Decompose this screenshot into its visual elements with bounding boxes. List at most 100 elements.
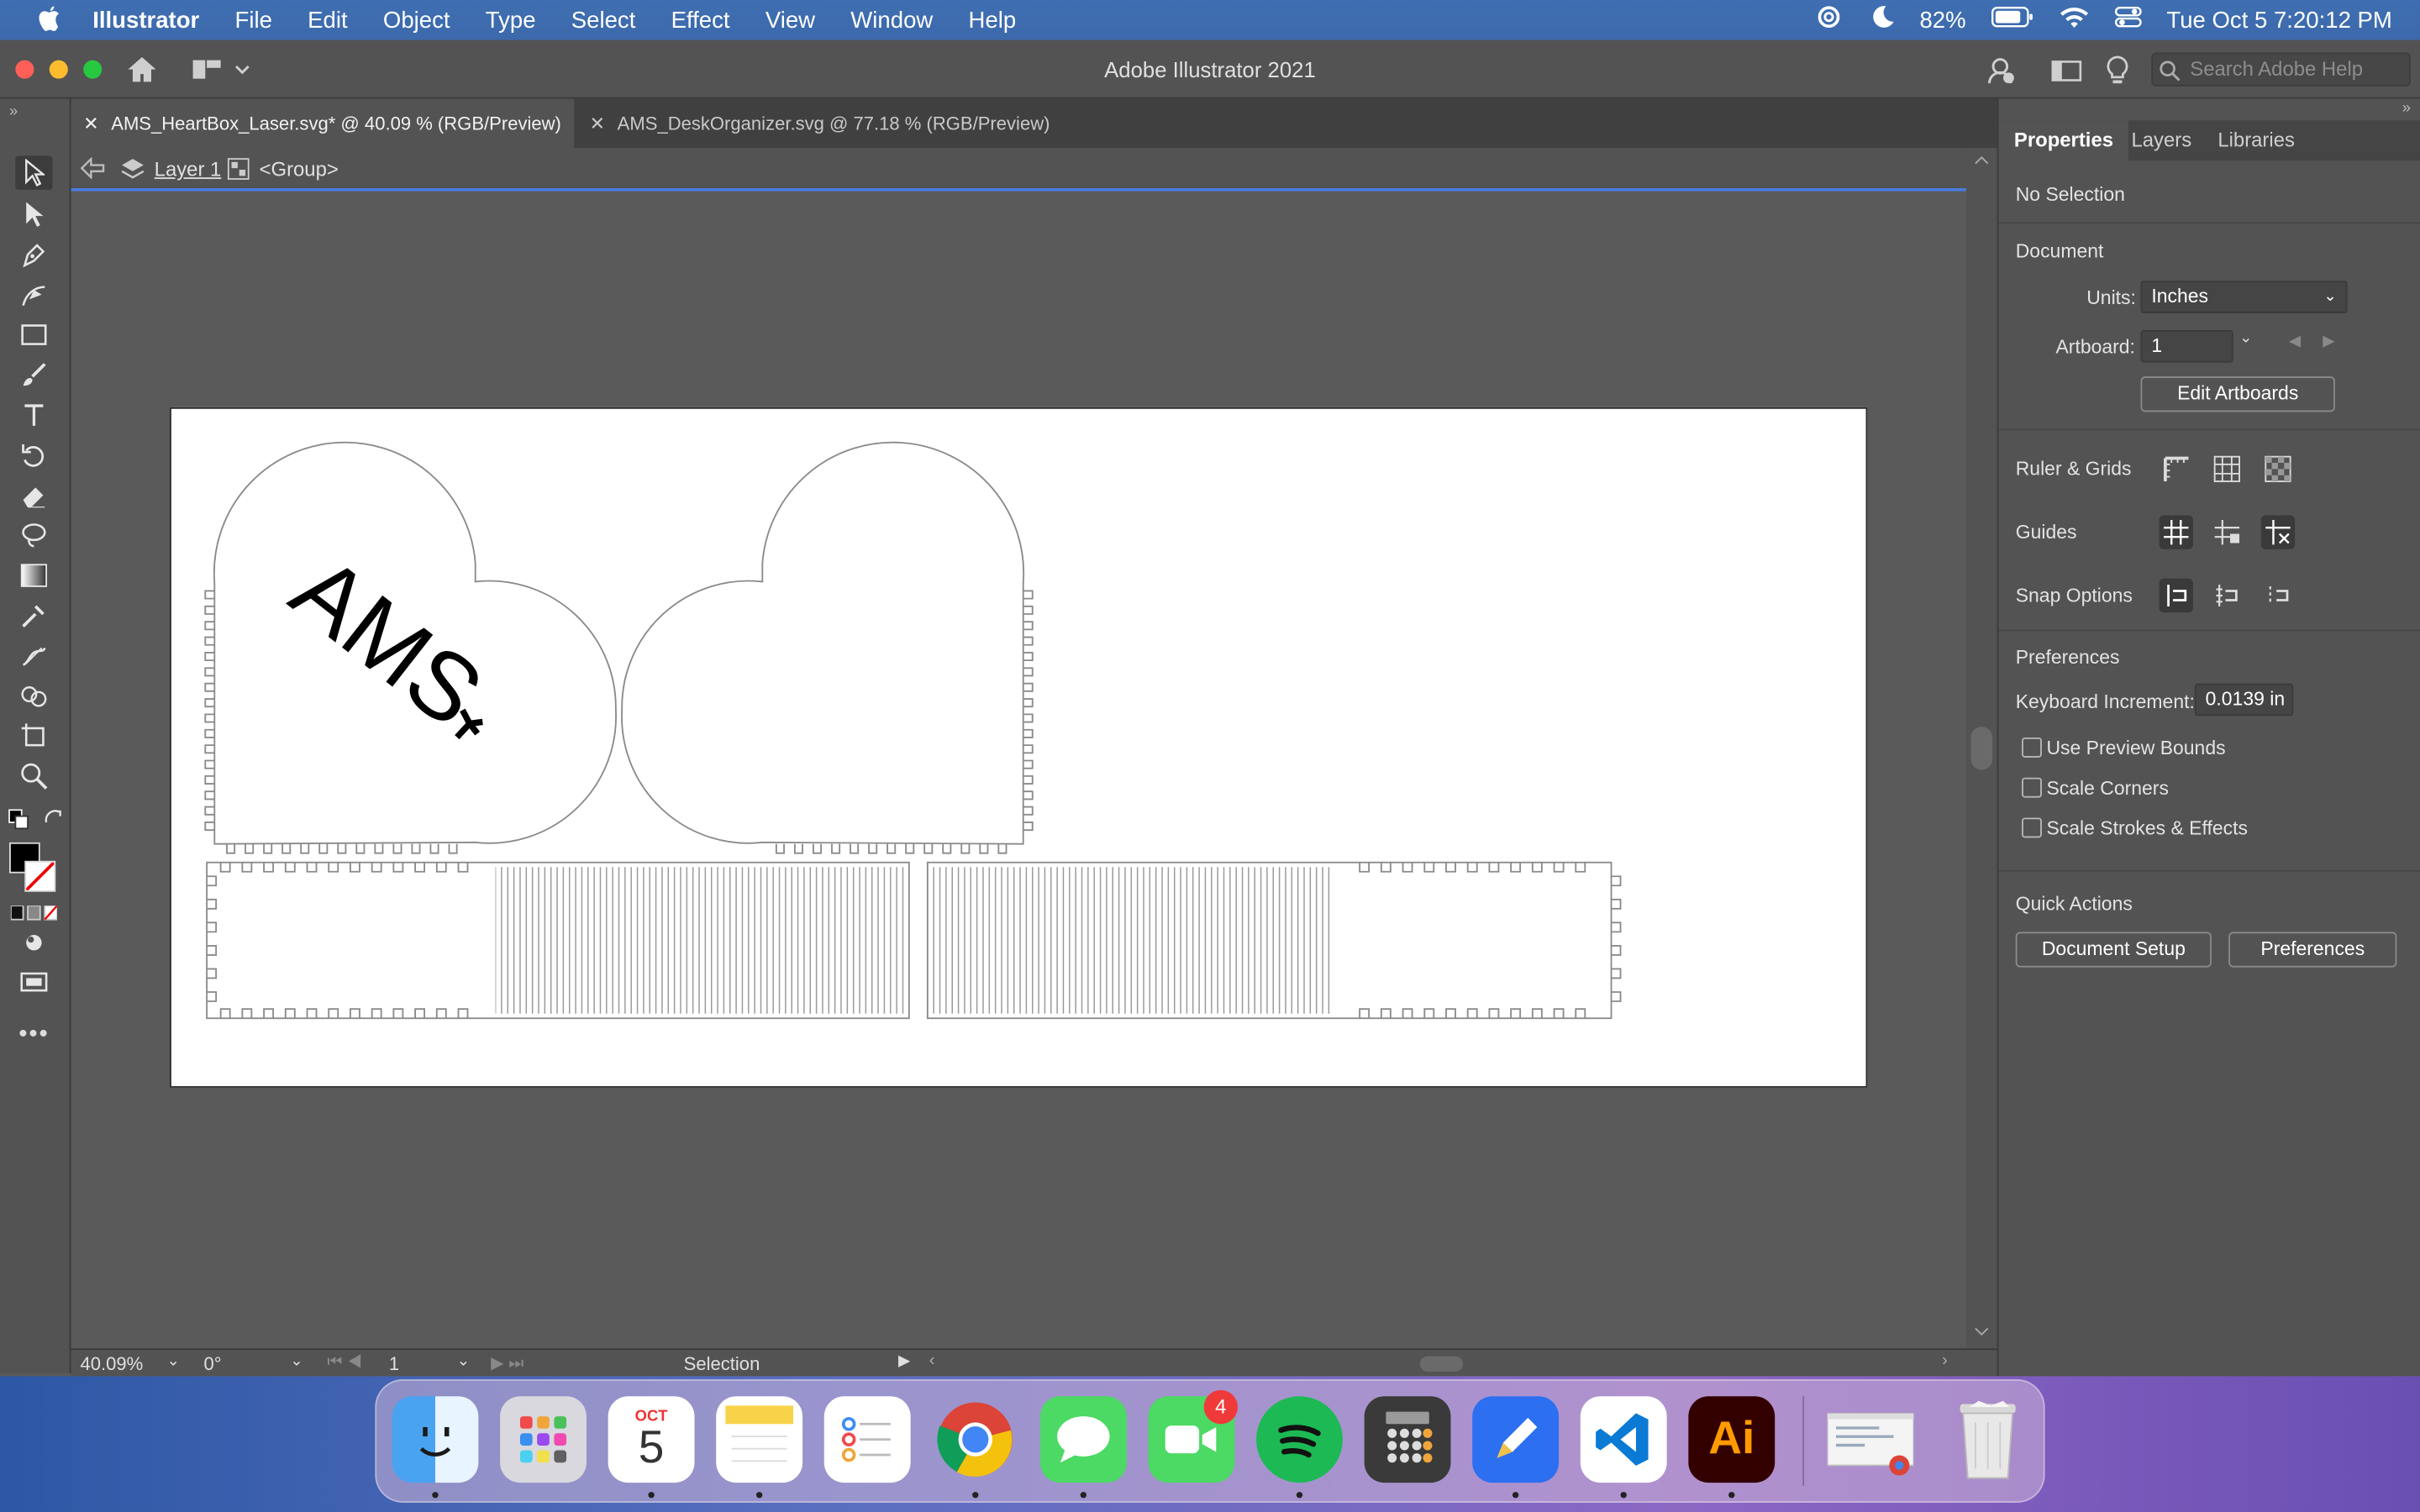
tab-layers[interactable]: Layers xyxy=(2116,120,2207,160)
menubar-clock[interactable]: Tue Oct 5 7:20:12 PM xyxy=(2166,7,2392,33)
snap-to-glyph-icon[interactable] xyxy=(2261,579,2295,612)
close-tab-icon[interactable]: ✕ xyxy=(83,99,98,149)
artboard-dropdown-icon[interactable]: ⌄ xyxy=(2239,330,2252,347)
control-center-icon[interactable] xyxy=(2114,5,2142,36)
default-fill-stroke-icon[interactable] xyxy=(8,808,29,837)
spotify-icon[interactable] xyxy=(1256,1396,1343,1483)
vertical-scrollbar[interactable] xyxy=(1965,148,1997,1349)
zoom-tool-icon[interactable] xyxy=(15,759,52,793)
menu-help[interactable]: Help xyxy=(969,7,1017,33)
menu-app-name[interactable]: Illustrator xyxy=(92,7,199,33)
rectangle-tool-icon[interactable] xyxy=(15,318,52,351)
menu-type[interactable]: Type xyxy=(486,7,536,33)
side-strip-right[interactable] xyxy=(926,861,1622,1020)
collapse-toolbar-icon[interactable]: » xyxy=(9,103,18,120)
menu-window[interactable]: Window xyxy=(850,7,933,33)
dark-mode-moon-icon[interactable] xyxy=(1870,5,1895,36)
next-artboard-icon[interactable]: ▶ ⏭ xyxy=(491,1353,523,1375)
laser-cut-artwork[interactable]: AMS xyxy=(171,409,1869,1089)
curvature-tool-icon[interactable] xyxy=(15,278,52,312)
document-setup-button[interactable]: Document Setup xyxy=(2015,932,2212,968)
menu-view[interactable]: View xyxy=(765,7,815,33)
menu-object[interactable]: Object xyxy=(383,7,450,33)
rotation-field[interactable]: 0° xyxy=(203,1353,221,1375)
menu-effect[interactable]: Effect xyxy=(671,7,730,33)
draw-mode-icon[interactable] xyxy=(15,926,52,959)
preferences-button[interactable]: Preferences xyxy=(2228,932,2397,968)
smart-guides-icon[interactable] xyxy=(2260,515,2296,549)
first-artboard-icon[interactable]: ⏮ ◀ xyxy=(327,1353,362,1373)
shape-builder-tool-icon[interactable] xyxy=(15,679,52,712)
eraser-tool-icon[interactable] xyxy=(15,478,52,512)
lightbulb-icon[interactable] xyxy=(2105,55,2129,94)
chrome-icon[interactable] xyxy=(932,1396,1018,1483)
vscode-icon[interactable] xyxy=(1580,1396,1667,1483)
snap-to-pixel-icon[interactable] xyxy=(2210,579,2244,612)
next-artboard-icon[interactable]: ▶ xyxy=(2323,333,2334,350)
trash-icon[interactable] xyxy=(1944,1396,2031,1483)
puppet-warp-tool-icon[interactable] xyxy=(15,638,52,672)
eyedropper-tool-icon[interactable] xyxy=(15,599,52,633)
units-dropdown[interactable]: Inches ⌄ xyxy=(2140,281,2348,313)
type-tool-icon[interactable] xyxy=(15,398,52,432)
keyboard-increment-input[interactable]: 0.0139 in xyxy=(2194,683,2294,717)
calculator-icon[interactable] xyxy=(1364,1396,1451,1483)
pen-tool-icon[interactable] xyxy=(15,238,52,271)
menu-select[interactable]: Select xyxy=(571,7,636,33)
artboard[interactable]: AMS xyxy=(170,407,1869,1089)
notes-icon[interactable] xyxy=(716,1396,803,1483)
engraved-text-group[interactable]: AMS xyxy=(272,536,520,763)
help-search-input[interactable]: Search Adobe Help xyxy=(2151,52,2411,87)
share-user-icon[interactable] xyxy=(1985,55,2016,94)
close-tab-icon[interactable]: ✕ xyxy=(590,99,605,149)
artboard-tool-icon[interactable] xyxy=(15,719,52,753)
apple-icon[interactable] xyxy=(34,5,65,36)
menu-file[interactable]: File xyxy=(235,7,272,33)
snap-to-point-icon[interactable] xyxy=(2159,578,2193,613)
rulers-icon[interactable] xyxy=(2160,452,2193,486)
tab-deskorganizer[interactable]: ✕ AMS_DeskOrganizer.svg @ 77.18 % (RGB/P… xyxy=(577,99,1071,149)
zoom-level-field[interactable]: 40.09% xyxy=(81,1353,144,1375)
rotation-dropdown-icon[interactable]: ⌄ xyxy=(290,1353,302,1370)
calendar-icon[interactable]: OCT 5 xyxy=(608,1396,695,1483)
status-menu-arrow-icon[interactable]: ▶ xyxy=(898,1353,910,1370)
paintbrush-tool-icon[interactable] xyxy=(15,358,52,391)
finder-icon[interactable] xyxy=(392,1396,479,1483)
tab-properties[interactable]: Properties xyxy=(1998,120,2129,161)
scale-strokes-checkbox[interactable] xyxy=(2022,817,2042,838)
tab-libraries[interactable]: Libraries xyxy=(2202,120,2310,160)
artboard-select[interactable]: 1 xyxy=(2140,330,2233,363)
stroke-color-swatch[interactable] xyxy=(24,860,56,892)
battery-icon[interactable] xyxy=(1991,6,2033,34)
reminders-icon[interactable] xyxy=(823,1396,911,1483)
artboard-navigation-field[interactable]: 1 xyxy=(389,1353,399,1375)
lasso-tool-icon[interactable] xyxy=(15,518,52,552)
screen-mode-icon[interactable] xyxy=(15,966,52,1000)
screen-pen-icon[interactable] xyxy=(1472,1396,1560,1483)
zoom-dropdown-icon[interactable]: ⌄ xyxy=(166,1353,179,1370)
illustrator-icon[interactable]: Ai xyxy=(1688,1396,1776,1483)
chrome-window-thumbnail-icon[interactable] xyxy=(1827,1396,1914,1483)
menu-edit[interactable]: Edit xyxy=(308,7,347,33)
wifi-icon[interactable] xyxy=(2059,5,2090,34)
prev-artboard-icon[interactable]: ◀ xyxy=(2289,333,2301,350)
grid-icon[interactable] xyxy=(2210,452,2244,486)
scale-corners-checkbox[interactable] xyxy=(2022,777,2042,798)
current-tool-status[interactable]: Selection xyxy=(684,1353,760,1375)
arrange-documents-icon[interactable] xyxy=(2051,59,2082,92)
direct-selection-tool-icon[interactable] xyxy=(15,197,52,231)
swap-fill-stroke-icon[interactable] xyxy=(43,808,65,837)
use-preview-bounds-checkbox[interactable] xyxy=(2022,737,2042,758)
artboard-dropdown-icon[interactable]: ⌄ xyxy=(457,1353,470,1370)
side-strip-left[interactable] xyxy=(206,861,910,1020)
breadcrumb-layer[interactable]: Layer 1 xyxy=(155,157,222,181)
horizontal-scrollbar[interactable]: ‹ › xyxy=(923,1352,1954,1375)
show-guides-icon[interactable] xyxy=(2159,515,2193,549)
selection-tool-icon[interactable] xyxy=(15,155,53,190)
breadcrumb-group[interactable]: <Group> xyxy=(260,157,339,181)
gradient-tool-icon[interactable] xyxy=(15,559,52,592)
creative-cloud-icon[interactable] xyxy=(1812,5,1845,36)
tab-heartbox[interactable]: ✕ AMS_HeartBox_Laser.svg* @ 40.09 % (RGB… xyxy=(71,98,575,149)
transparency-grid-icon[interactable] xyxy=(2261,452,2295,486)
edit-toolbar-more-icon[interactable]: ••• xyxy=(15,1018,52,1052)
